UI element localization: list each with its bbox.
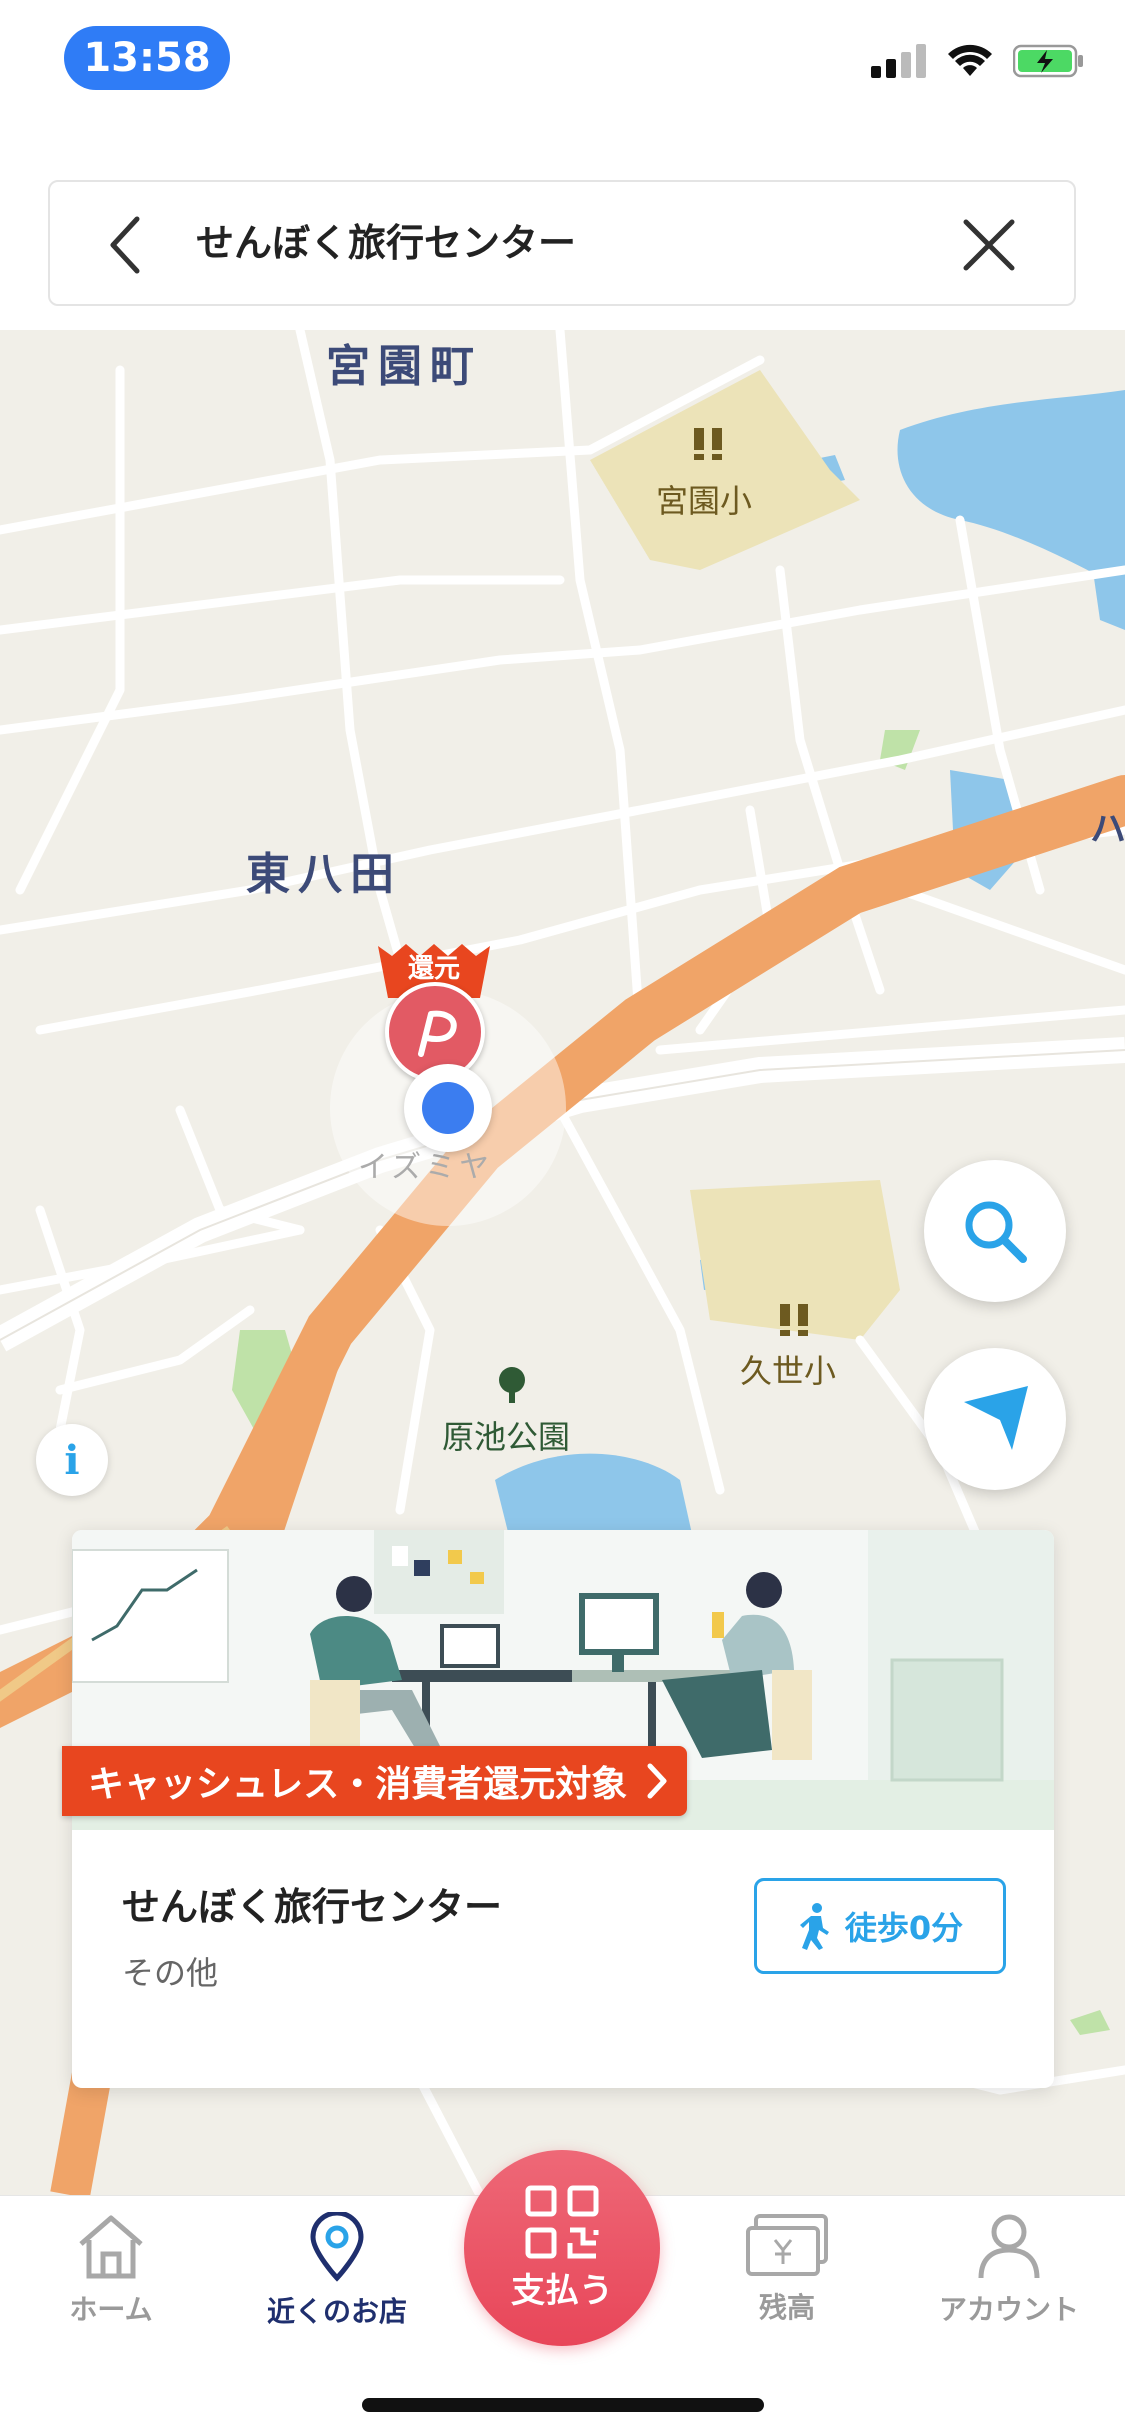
chevron-right-icon <box>647 1763 667 1799</box>
tab-account[interactable]: アカウント <box>914 2212 1104 2328</box>
promo-label: キャッシュレス・消費者還元対象 <box>88 1764 628 1805</box>
tab-balance[interactable]: 残高 <box>692 2212 882 2326</box>
map-info-button[interactable]: i <box>36 1424 108 1496</box>
map-label-park: 原池公園 <box>442 1418 571 1456</box>
qr-code-icon <box>525 2185 599 2258</box>
back-button[interactable] <box>90 210 160 280</box>
walk-time-label: 徒歩0分 <box>844 1909 964 1947</box>
current-location-dot <box>404 1064 492 1152</box>
current-location-dot-inner <box>422 1082 474 1134</box>
status-time: 13:58 <box>64 26 230 90</box>
walking-person-icon <box>799 1903 829 1950</box>
walk-time-button[interactable]: 徒歩0分 <box>754 1878 1006 1974</box>
signal-icon <box>871 44 926 78</box>
store-category: その他 <box>122 1954 219 1992</box>
school-marker-icon <box>780 1304 808 1336</box>
status-bar: 13:58 <box>0 0 1125 120</box>
tab-label: 残高 <box>758 2291 815 2324</box>
park-tree-icon <box>499 1367 525 1403</box>
account-icon <box>978 2214 1040 2279</box>
info-icon: i <box>64 1436 80 1484</box>
tab-nearby-stores[interactable]: 近くのお店 <box>242 2212 432 2330</box>
school-marker-icon <box>694 428 722 460</box>
map-search-button[interactable] <box>924 1160 1066 1302</box>
store-card[interactable]: キャッシュレス・消費者還元対象 せんぼく旅行センター その他 徒歩0分 <box>62 1530 1054 2088</box>
current-location-button[interactable] <box>924 1348 1066 1490</box>
balance-icon <box>746 2214 828 2276</box>
home-icon <box>79 2215 143 2279</box>
map-label-area-top: 宮園町 <box>326 341 482 392</box>
battery-charging-icon <box>1013 44 1083 78</box>
search-box[interactable]: せんぼく旅行センター <box>48 180 1076 306</box>
chevron-left-icon <box>110 216 140 274</box>
map-label-edge: ハ <box>1090 809 1125 850</box>
search-header: せんぼく旅行センター <box>0 120 1125 330</box>
pay-button[interactable]: 支払う <box>464 2150 660 2346</box>
map-label-school-2: 久世小 <box>740 1352 837 1390</box>
tab-home[interactable]: ホーム <box>16 2212 206 2328</box>
close-icon <box>963 219 1015 271</box>
paypay-logo-icon <box>418 1010 457 1057</box>
map-label-school-1: 宮園小 <box>656 482 753 520</box>
map-label-area-mid: 東八田 <box>246 849 402 900</box>
search-icon <box>965 1201 1027 1263</box>
navigation-arrow-icon <box>964 1386 1028 1450</box>
location-pin-icon <box>310 2212 364 2282</box>
store-name: せんぼく旅行センター <box>122 1885 503 1929</box>
tab-label: 近くのお店 <box>266 2295 407 2328</box>
clear-search-button[interactable] <box>954 210 1024 280</box>
pay-label: 支払う <box>511 2270 613 2311</box>
status-icons <box>871 44 1085 78</box>
search-query[interactable]: せんぼく旅行センター <box>196 182 576 304</box>
cashless-promo-ribbon[interactable]: キャッシュレス・消費者還元対象 <box>62 1746 688 1816</box>
wifi-icon <box>948 44 992 76</box>
tab-label: ホーム <box>69 2293 153 2326</box>
home-indicator[interactable] <box>362 2398 764 2412</box>
kangen-badge-label: 還元 <box>407 954 460 984</box>
tab-label: アカウント <box>938 2293 1079 2326</box>
